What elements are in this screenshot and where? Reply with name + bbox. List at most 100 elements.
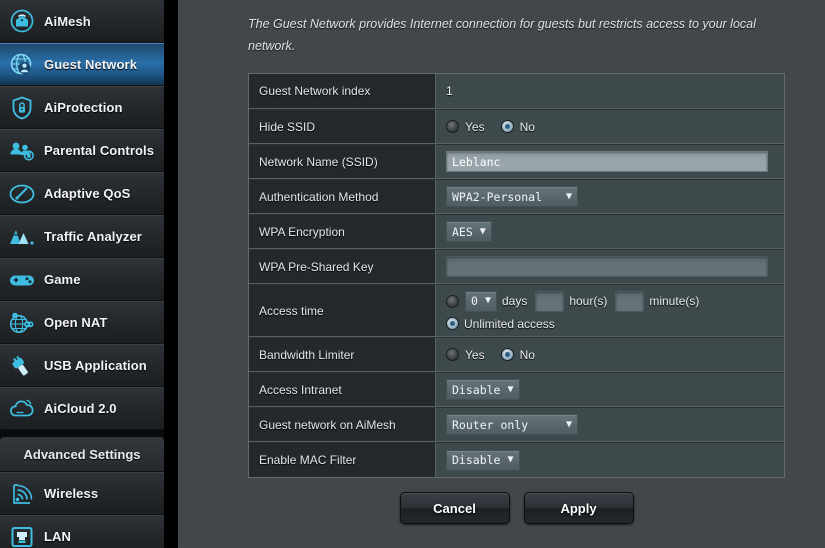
row-value: 0 ▼ days hour(s) minute(s) bbox=[436, 284, 784, 337]
row-value: Disable ▼ bbox=[436, 442, 784, 477]
sidebar-item-label: Wireless bbox=[44, 486, 98, 501]
table-row-bandwidth-limiter: Bandwidth Limiter Yes No bbox=[249, 337, 784, 372]
bandwidth-limiter-label-no: No bbox=[520, 348, 535, 362]
hide-ssid-radio-yes[interactable] bbox=[446, 120, 459, 133]
access-time-days-select[interactable]: 0 ▼ bbox=[465, 291, 497, 312]
row-label: Guest Network index bbox=[249, 74, 436, 109]
sidebar-item-wireless[interactable]: Wireless bbox=[0, 472, 164, 515]
guest-network-on-aimesh-value: Router only bbox=[452, 418, 564, 432]
access-intranet-value: Disable bbox=[452, 383, 505, 397]
access-time-radio-unlimited[interactable] bbox=[446, 317, 459, 330]
main-content: The Guest Network provides Internet conn… bbox=[178, 0, 825, 548]
access-intranet-select[interactable]: Disable ▼ bbox=[446, 379, 520, 400]
access-time-hours-input[interactable] bbox=[535, 291, 564, 312]
chevron-down-icon: ▼ bbox=[480, 227, 486, 237]
table-row-authentication-method: Authentication Method WPA2-Personal ▼ bbox=[249, 179, 784, 214]
row-value: Yes No bbox=[436, 337, 784, 372]
sidebar-item-parental-controls[interactable]: Parental Controls bbox=[0, 129, 164, 172]
wireless-icon bbox=[7, 479, 37, 509]
access-time-radio-limited[interactable] bbox=[446, 295, 459, 308]
ssid-input[interactable] bbox=[446, 151, 768, 172]
row-value: Router only ▼ bbox=[436, 407, 784, 442]
router-admin-page: AiMesh Guest Network bbox=[0, 0, 825, 548]
sidebar-item-aiprotection[interactable]: AiProtection bbox=[0, 86, 164, 129]
row-label: Bandwidth Limiter bbox=[249, 337, 436, 372]
row-value bbox=[436, 249, 784, 284]
sidebar-advanced-group: Advanced Settings Wireless bbox=[0, 437, 164, 548]
table-row-wpa-encryption: WPA Encryption AES ▼ bbox=[249, 214, 784, 249]
sidebar-item-label: AiMesh bbox=[44, 14, 91, 29]
sidebar-advanced-header: Advanced Settings bbox=[0, 437, 164, 472]
cancel-button[interactable]: Cancel bbox=[400, 492, 510, 524]
apply-button[interactable]: Apply bbox=[524, 492, 634, 524]
row-label: WPA Encryption bbox=[249, 214, 436, 249]
access-time-unlimited-label: Unlimited access bbox=[464, 317, 555, 331]
sidebar-item-label: USB Application bbox=[44, 358, 147, 373]
guest-network-on-aimesh-select[interactable]: Router only ▼ bbox=[446, 414, 578, 435]
table-row-guest-network-on-aimesh: Guest network on AiMesh Router only ▼ bbox=[249, 407, 784, 442]
access-time-minutes-input[interactable] bbox=[615, 291, 644, 312]
access-time-days-value: 0 bbox=[471, 294, 483, 308]
sidebar-item-aicloud[interactable]: AiCloud 2.0 bbox=[0, 387, 164, 430]
aimesh-icon bbox=[7, 6, 37, 36]
guest-network-index-value: 1 bbox=[446, 84, 453, 98]
row-label: Hide SSID bbox=[249, 109, 436, 144]
wpa-pre-shared-key-input[interactable] bbox=[446, 256, 768, 277]
guest-network-settings-table: Guest Network index 1 Hide SSID Yes No bbox=[248, 73, 785, 478]
authentication-method-select[interactable]: WPA2-Personal ▼ bbox=[446, 186, 578, 207]
page-description: The Guest Network provides Internet conn… bbox=[248, 13, 768, 57]
sidebar-item-usb-application[interactable]: USB Application bbox=[0, 344, 164, 387]
sidebar-item-label: Open NAT bbox=[44, 315, 107, 330]
row-value: WPA2-Personal ▼ bbox=[436, 179, 784, 214]
sidebar-item-traffic-analyzer[interactable]: Traffic Analyzer bbox=[0, 215, 164, 258]
bandwidth-limiter-radio-no[interactable] bbox=[501, 348, 514, 361]
sidebar-item-open-nat[interactable]: Open NAT bbox=[0, 301, 164, 344]
traffic-analyzer-icon bbox=[7, 222, 37, 252]
row-value: 1 bbox=[436, 74, 784, 109]
sidebar-item-label: Traffic Analyzer bbox=[44, 229, 142, 244]
sidebar-item-game[interactable]: Game bbox=[0, 258, 164, 301]
bandwidth-limiter-radio-yes[interactable] bbox=[446, 348, 459, 361]
parental-controls-icon bbox=[7, 136, 37, 166]
table-row-access-time: Access time 0 ▼ days hour(s) bbox=[249, 284, 784, 337]
sidebar-item-aimesh[interactable]: AiMesh bbox=[0, 0, 164, 43]
hide-ssid-radio-group: Yes No bbox=[446, 120, 784, 134]
guest-network-icon bbox=[7, 50, 37, 80]
sidebar-item-adaptive-qos[interactable]: Adaptive QoS bbox=[0, 172, 164, 215]
open-nat-icon bbox=[7, 308, 37, 338]
table-row-enable-mac-filter: Enable MAC Filter Disable ▼ bbox=[249, 442, 784, 477]
sidebar-item-label: Adaptive QoS bbox=[44, 186, 130, 201]
shield-lock-icon bbox=[7, 93, 37, 123]
sidebar-primary-group: AiMesh Guest Network bbox=[0, 0, 164, 430]
row-label: Enable MAC Filter bbox=[249, 442, 436, 477]
chevron-down-icon: ▼ bbox=[507, 455, 513, 465]
row-label: Authentication Method bbox=[249, 179, 436, 214]
sidebar-item-label: AiProtection bbox=[44, 100, 122, 115]
enable-mac-filter-value: Disable bbox=[452, 453, 505, 467]
table-row-wpa-pre-shared-key: WPA Pre-Shared Key bbox=[249, 249, 784, 284]
access-time-unlimited-row: Unlimited access bbox=[446, 317, 784, 331]
enable-mac-filter-select[interactable]: Disable ▼ bbox=[446, 450, 520, 471]
lan-port-icon bbox=[7, 522, 37, 548]
bandwidth-limiter-radio-group: Yes No bbox=[446, 348, 784, 362]
chevron-down-icon: ▼ bbox=[566, 192, 572, 202]
chevron-down-icon: ▼ bbox=[507, 385, 513, 395]
row-value: Yes No bbox=[436, 109, 784, 144]
wpa-encryption-select[interactable]: AES ▼ bbox=[446, 221, 492, 242]
row-label: Guest network on AiMesh bbox=[249, 407, 436, 442]
gamepad-icon bbox=[7, 265, 37, 295]
sidebar-item-guest-network[interactable]: Guest Network bbox=[0, 43, 164, 86]
access-time-days-unit: days bbox=[502, 294, 527, 308]
table-row-guest-network-index: Guest Network index 1 bbox=[249, 74, 784, 109]
hide-ssid-radio-no[interactable] bbox=[501, 120, 514, 133]
row-value: Disable ▼ bbox=[436, 372, 784, 407]
bandwidth-limiter-label-yes: Yes bbox=[465, 348, 485, 362]
chevron-down-icon: ▼ bbox=[485, 296, 491, 306]
row-label: WPA Pre-Shared Key bbox=[249, 249, 436, 284]
table-row-network-name: Network Name (SSID) bbox=[249, 144, 784, 179]
chevron-down-icon: ▼ bbox=[566, 420, 572, 430]
sidebar-item-label: Guest Network bbox=[44, 57, 137, 72]
sidebar-item-lan[interactable]: LAN bbox=[0, 515, 164, 548]
cloud-icon bbox=[7, 394, 37, 424]
access-time-minutes-unit: minute(s) bbox=[649, 294, 699, 308]
